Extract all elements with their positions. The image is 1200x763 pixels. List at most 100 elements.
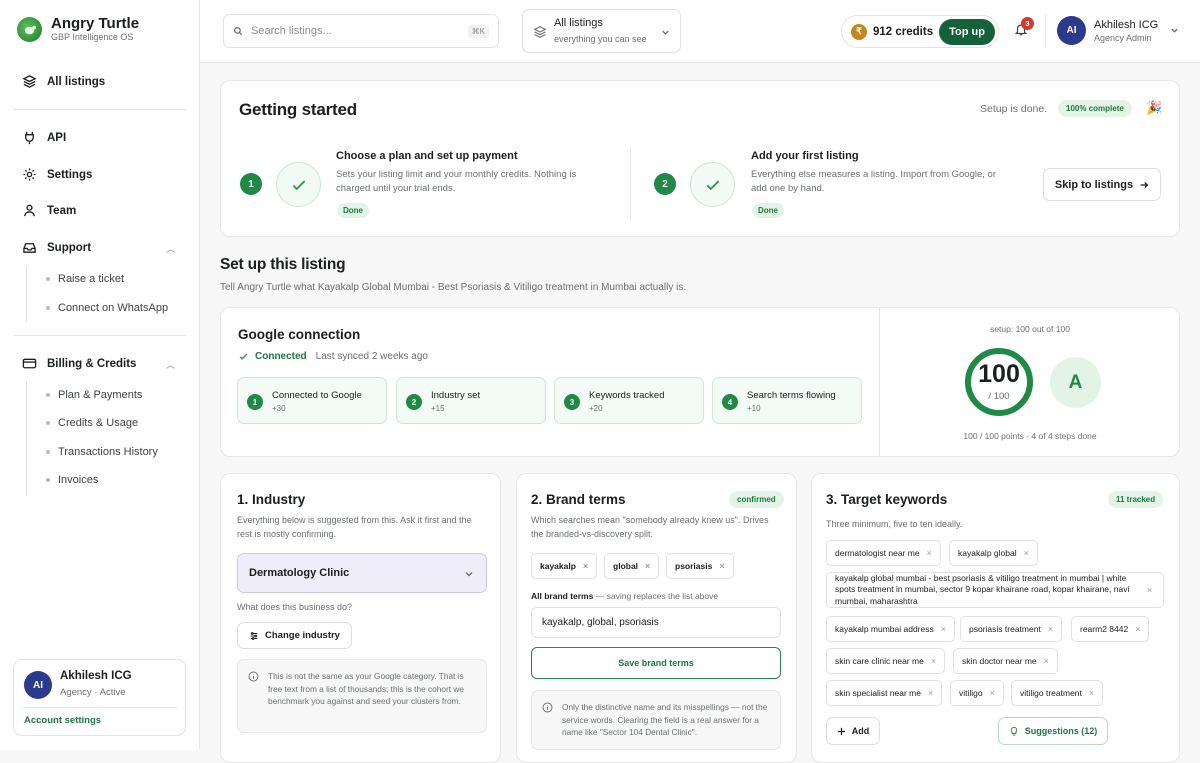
account-settings-link[interactable]: Account settings [24,715,101,726]
top-up-button[interactable]: Top up [939,18,995,45]
keyword-chip[interactable]: skin specialist near me × [826,680,943,706]
remove-icon[interactable]: × [1044,656,1049,666]
remove-icon[interactable]: × [927,548,932,558]
remove-icon[interactable]: × [990,688,995,698]
remove-icon[interactable]: × [1048,624,1053,634]
remove-icon[interactable]: × [1089,688,1094,698]
change-industry-button[interactable]: Change industry [237,622,352,649]
avatar: AI [1057,16,1086,45]
sidebar-subitem[interactable]: Raise a ticket [46,273,124,285]
search-icon [233,26,243,36]
setup-step-tile: 3 Keywords tracked +20 [554,377,704,424]
remove-icon[interactable]: × [928,688,933,698]
chevron-up-icon[interactable]: ︿ [166,358,175,371]
brand-terms-card: 2. Brand terms confirmed Which searches … [516,473,797,763]
industry-card: 1. Industry Everything below is suggeste… [220,473,501,763]
sidebar-item-support[interactable]: Support [22,240,91,255]
keyword-chip[interactable]: dermatologist near me × [826,540,941,566]
industry-select[interactable]: Dermatology Clinic [237,553,487,593]
tracked-badge: 11 tracked [1108,491,1164,508]
industry-desc: Everything below is suggested from this.… [237,515,472,539]
sidebar-item-all-listings[interactable]: All listings [22,74,105,89]
keyword-chip[interactable]: skin doctor near me × [953,648,1058,674]
user-role: Agency Admin [1094,32,1152,43]
save-brand-terms-button[interactable]: Save brand terms [531,647,781,679]
sidebar-item-settings[interactable]: Settings [22,167,92,182]
keyword-chip[interactable]: kayakalp global mumbai - best psoriasis … [826,572,1164,608]
user-name: Akhilesh ICG [1094,18,1159,31]
step-label: Industry set [431,390,481,401]
remove-icon[interactable]: × [1024,548,1029,558]
subitem-label: Raise a ticket [58,273,125,285]
sidebar-subitem[interactable]: Invoices [46,474,98,486]
keyword-chip[interactable]: rearm2 8442 × [1071,616,1150,642]
keyword-chip[interactable]: kayakalp global × [949,540,1038,566]
sidebar-item-billing[interactable]: Billing & Credits [22,356,136,371]
app-name: Angry Turtle [51,15,140,32]
chip-label: psoriasis [675,561,713,571]
brand-field-label: All brand terms — saving replaces the li… [531,591,719,601]
remove-icon[interactable]: × [1135,624,1140,634]
remove-icon[interactable]: × [645,561,650,571]
sidebar-item-label: API [47,131,67,144]
getting-started-card: Getting started Setup is done. 100% comp… [220,80,1180,237]
sidebar-subitem[interactable]: Transactions History [46,446,158,458]
remove-icon[interactable]: × [931,656,936,666]
divider [1045,14,1046,48]
step-number: 2 [406,394,422,410]
google-connection-title: Google connection [238,327,361,342]
search-input[interactable]: Search listings... ⌘K [223,14,499,48]
sidebar-subitem[interactable]: Connect on WhatsApp [46,302,168,314]
suggestions-button[interactable]: Suggestions (12) [998,717,1108,745]
sidebar-item-api[interactable]: API [22,130,66,145]
getting-started-title: Getting started [239,100,357,119]
score-footer: 100 / 100 points · 4 of 4 steps done [963,431,1097,441]
keyword-chip[interactable]: vitiligo treatment × [1011,680,1104,706]
chevron-up-icon[interactable]: ︿ [166,242,175,255]
user-menu[interactable]: AI Akhilesh ICG Agency Admin [1057,16,1179,45]
person-icon [24,204,35,217]
chip-label: psoriasis treatment [969,624,1041,634]
keyword-chip[interactable]: vitiligo × [950,680,1004,706]
plus-icon [837,727,845,735]
score-caption: setup: 100 out of 100 [990,324,1070,334]
search-placeholder: Search listings... [251,25,332,37]
chip-label: kayakalp global [958,548,1017,558]
brand-term-chip[interactable]: global × [604,553,660,579]
bullet-icon [46,450,50,454]
user-card: AI Akhilesh ICG Agency · Active Account … [13,659,186,736]
button-label: Suggestions (12) [1024,726,1098,736]
listing-selector[interactable]: All listings everything you can see [522,9,681,53]
remove-icon[interactable]: × [719,561,724,571]
keyword-chip[interactable]: skin care clinic near me × [826,648,946,674]
brand-term-chip[interactable]: psoriasis × [666,553,734,579]
credits-widget: ₹ 912 credits Top up [841,15,999,48]
step-number: 4 [722,394,738,410]
sidebar-item-team[interactable]: Team [22,203,76,218]
keyword-chip[interactable]: kayakalp mumbai address × [826,616,956,642]
remove-icon[interactable]: × [1147,585,1152,595]
credit-card-icon [22,358,37,369]
keyword-chip[interactable]: psoriasis treatment × [960,616,1063,642]
sidebar-subitem[interactable]: Plan & Payments [46,389,142,401]
step-points: +10 [747,404,761,413]
add-keyword-button[interactable]: Add [826,717,880,745]
brand-term-chip[interactable]: kayakalp × [531,553,598,579]
sidebar-subitem[interactable]: Credits & Usage [46,417,138,429]
remove-icon[interactable]: × [941,624,946,634]
brand-terms-input[interactable]: kayakalp, global, psoriasis [531,607,781,638]
setup-title: Set up this listing [220,256,346,273]
brand[interactable]: Angry Turtle GBP Intelligence OS [17,16,139,43]
shortcut-hint: ⌘K [467,24,489,38]
brand-info-box: Only the distinctive name and its misspe… [531,690,781,750]
user-name: Akhilesh ICG [60,670,132,682]
progress-badge: 100% complete [1058,100,1132,117]
notification-button[interactable]: 3 [1014,17,1034,40]
subitem-label: Plan & Payments [58,389,143,401]
divider [13,335,186,336]
remove-icon[interactable]: × [583,561,588,571]
skip-to-listings-button[interactable]: Skip to listings [1043,168,1161,201]
party-popper-icon: 🎉 [1146,100,1163,115]
subitem-label: Credits & Usage [58,417,139,429]
sidebar-item-label: Settings [47,168,93,181]
